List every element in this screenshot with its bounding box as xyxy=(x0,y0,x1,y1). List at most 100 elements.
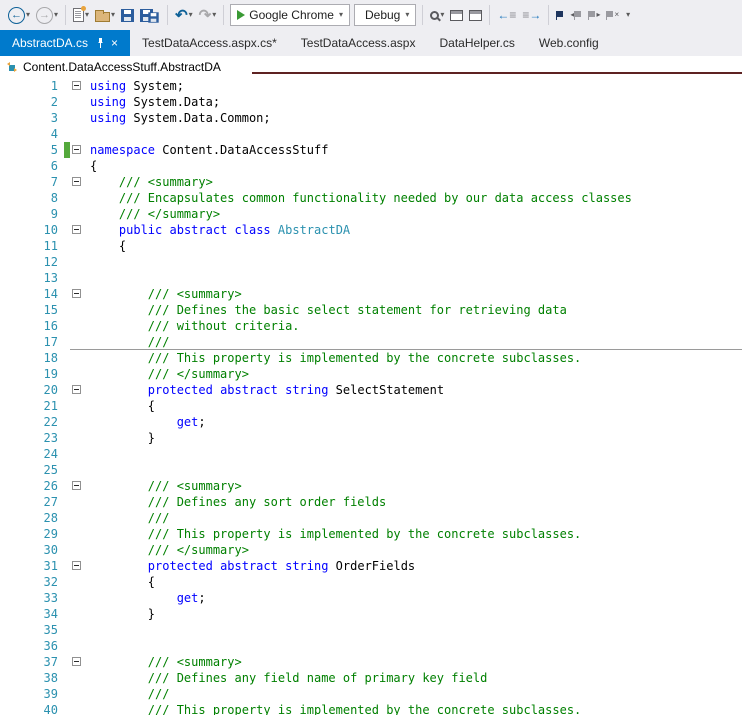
code-line[interactable]: 5 namespace Content.DataAccessStuff xyxy=(0,142,742,158)
code-line[interactable]: 28 /// xyxy=(0,510,742,526)
code-line[interactable]: 20 protected abstract string SelectState… xyxy=(0,382,742,398)
code-line[interactable]: 4 xyxy=(0,126,742,142)
redo-button[interactable]: ↷ ▾ xyxy=(196,3,220,27)
fold-toggle-icon[interactable] xyxy=(72,145,81,154)
line-number: 31 xyxy=(43,559,58,573)
code-text: /// </summary> xyxy=(90,207,221,221)
code-line[interactable]: 37 /// <summary> xyxy=(0,654,742,670)
code-line[interactable]: 26 /// <summary> xyxy=(0,478,742,494)
chevron-down-icon[interactable]: ▾ xyxy=(189,11,193,19)
member-list-button[interactable] xyxy=(447,3,466,27)
save-button[interactable] xyxy=(118,3,137,27)
fold-toggle-icon[interactable] xyxy=(72,81,81,90)
code-line[interactable]: 22 get; xyxy=(0,414,742,430)
code-text: /// This property is implemented by the … xyxy=(90,351,582,365)
pin-icon[interactable] xyxy=(96,37,105,49)
code-line[interactable]: 25 xyxy=(0,462,742,478)
code-line-content: /// This property is implemented by the … xyxy=(70,702,742,715)
clear-bookmarks-button[interactable]: × xyxy=(603,3,622,27)
increase-indent-button[interactable]: ≡ → xyxy=(519,3,544,27)
chevron-down-icon[interactable]: ▾ xyxy=(440,11,444,19)
code-line[interactable]: 39 /// xyxy=(0,686,742,702)
code-line-content: /// This property is implemented by the … xyxy=(70,350,742,366)
code-line[interactable]: 18 /// This property is implemented by t… xyxy=(0,350,742,366)
decrease-indent-button[interactable]: ← ≡ xyxy=(494,3,519,27)
code-editor[interactable]: 1 using System; 2 using System.Data; 3 using … xyxy=(0,78,742,715)
undo-button[interactable]: ↶ ▾ xyxy=(172,3,196,27)
code-line[interactable]: 30 /// </summary> xyxy=(0,542,742,558)
chevron-down-icon[interactable]: ▾ xyxy=(339,11,343,19)
code-line[interactable]: 9 /// </summary> xyxy=(0,206,742,222)
new-file-button[interactable]: ▾ xyxy=(70,3,92,27)
tab-abstractda-cs[interactable]: AbstractDA.cs × xyxy=(0,30,131,56)
open-file-button[interactable]: ▾ xyxy=(92,3,118,27)
fold-toggle-icon[interactable] xyxy=(72,289,81,298)
tab-web-config[interactable]: Web.config xyxy=(527,30,611,56)
breadcrumb[interactable]: Content.DataAccessStuff.AbstractDA xyxy=(23,60,221,74)
code-text: /// <summary> xyxy=(90,287,242,301)
code-line[interactable]: 21 { xyxy=(0,398,742,414)
fold-toggle-icon[interactable] xyxy=(72,225,81,234)
code-line[interactable]: 1 using System; xyxy=(0,78,742,94)
solution-configuration-dropdown[interactable]: Debug ▾ xyxy=(353,4,417,26)
tab-testdataaccess-aspx-cs[interactable]: TestDataAccess.aspx.cs* xyxy=(130,30,289,56)
close-icon[interactable]: × xyxy=(111,37,118,49)
code-line[interactable]: 13 xyxy=(0,270,742,286)
chevron-down-icon[interactable]: ▾ xyxy=(26,11,30,19)
code-line[interactable]: 15 /// Defines the basic select statemen… xyxy=(0,302,742,318)
code-text: /// xyxy=(90,511,170,525)
toolbar-options-button[interactable]: ▾ xyxy=(622,3,633,27)
code-line[interactable]: 6{ xyxy=(0,158,742,174)
code-line[interactable]: 35 xyxy=(0,622,742,638)
code-line[interactable]: 29 /// This property is implemented by t… xyxy=(0,526,742,542)
chevron-down-icon[interactable]: ▾ xyxy=(212,11,216,19)
code-line[interactable]: 23 } xyxy=(0,430,742,446)
fold-toggle-icon[interactable] xyxy=(72,481,81,490)
code-line[interactable]: 24 xyxy=(0,446,742,462)
code-line[interactable]: 2 using System.Data; xyxy=(0,94,742,110)
code-line[interactable]: 34 } xyxy=(0,606,742,622)
fold-toggle-icon[interactable] xyxy=(72,385,81,394)
fold-toggle-icon[interactable] xyxy=(72,657,81,666)
previous-bookmark-button[interactable]: ◂ xyxy=(567,3,585,27)
toggle-bookmark-button[interactable] xyxy=(553,3,567,27)
code-line[interactable]: 27 /// Defines any sort order fields xyxy=(0,494,742,510)
code-line[interactable]: 33 get; xyxy=(0,590,742,606)
fold-margin xyxy=(70,398,86,414)
chevron-down-icon[interactable]: ▾ xyxy=(405,11,409,19)
code-line[interactable]: 14 /// <summary> xyxy=(0,286,742,302)
code-line[interactable]: 12 xyxy=(0,254,742,270)
fold-margin xyxy=(70,590,86,606)
code-line[interactable]: 11 { xyxy=(0,238,742,254)
code-line[interactable]: 8 /// Encapsulates common functionality … xyxy=(0,190,742,206)
tab-testdataaccess-aspx[interactable]: TestDataAccess.aspx xyxy=(289,30,428,56)
code-line[interactable]: 3 using System.Data.Common; xyxy=(0,110,742,126)
chevron-down-icon[interactable]: ▾ xyxy=(85,11,89,19)
chevron-down-icon[interactable]: ▾ xyxy=(111,11,115,19)
code-line[interactable]: 7 /// <summary> xyxy=(0,174,742,190)
magnifier-icon xyxy=(430,10,440,20)
fold-toggle-icon[interactable] xyxy=(72,177,81,186)
code-line[interactable]: 10 public abstract class AbstractDA xyxy=(0,222,742,238)
code-line[interactable]: 36 xyxy=(0,638,742,654)
parameter-info-button[interactable] xyxy=(466,3,485,27)
code-line[interactable]: 17 /// xyxy=(0,334,742,350)
next-bookmark-button[interactable]: ▸ xyxy=(585,3,603,27)
code-line[interactable]: 31 protected abstract string OrderFields xyxy=(0,558,742,574)
chevron-down-icon[interactable]: ▾ xyxy=(54,11,58,19)
configuration-label: Debug xyxy=(364,8,401,22)
navigate-forward-button[interactable]: → ▾ xyxy=(33,3,61,27)
navigate-backward-button[interactable]: ← ▾ xyxy=(5,3,33,27)
fold-toggle-icon[interactable] xyxy=(72,561,81,570)
code-line[interactable]: 38 /// Defines any field name of primary… xyxy=(0,670,742,686)
code-line[interactable]: 40 /// This property is implemented by t… xyxy=(0,702,742,715)
code-line[interactable]: 32 { xyxy=(0,574,742,590)
find-in-files-button[interactable]: ▾ xyxy=(427,3,447,27)
start-debug-dropdown[interactable]: Google Chrome ▾ xyxy=(230,4,350,26)
tab-datahelper-cs[interactable]: DataHelper.cs xyxy=(427,30,526,56)
code-line[interactable]: 16 /// without criteria. xyxy=(0,318,742,334)
line-number: 2 xyxy=(50,95,58,109)
code-line[interactable]: 19 /// </summary> xyxy=(0,366,742,382)
indent-lines-icon: ≡ xyxy=(509,8,517,22)
save-all-button[interactable] xyxy=(137,3,163,27)
